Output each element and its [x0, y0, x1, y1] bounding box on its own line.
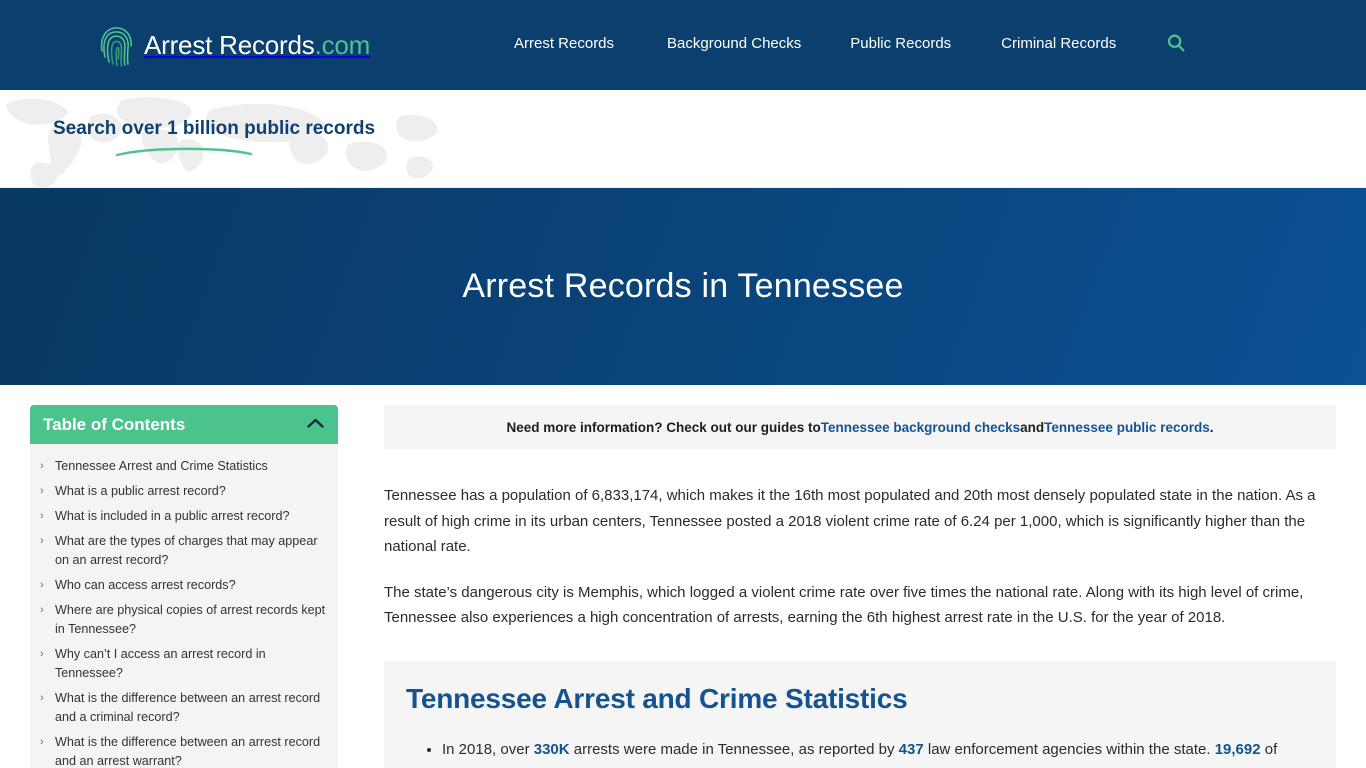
search-strip: Search over 1 billion public records Sel…: [0, 90, 1366, 188]
guides-notice-banner: Need more information? Check out our gui…: [384, 405, 1336, 449]
toc-item-5[interactable]: › Where are physical copies of arrest rec…: [40, 598, 326, 642]
nav-item-public-records[interactable]: Public Records: [850, 35, 951, 52]
chevron-right-icon: ›: [40, 692, 44, 704]
toc-item-label: What is included in a public arrest reco…: [55, 509, 290, 523]
table-of-contents: Table of Contents › Tennessee Arrest and …: [30, 405, 338, 768]
toc-title: Table of Contents: [43, 414, 186, 434]
chevron-right-icon: ›: [40, 510, 44, 522]
page-title: Arrest Records in Tennessee: [462, 267, 904, 305]
site-header: Arrest Records.com Arrest Records Backgr…: [0, 0, 1366, 90]
logo-suffix: .com: [314, 29, 371, 60]
stat-value-arrests: 330K: [533, 740, 570, 758]
toc-item-8[interactable]: › What is the difference between an arres…: [40, 730, 326, 768]
fingerprint-icon: [96, 21, 138, 69]
stat-value-agencies: 437: [898, 740, 924, 758]
toc-header[interactable]: Table of Contents: [30, 405, 338, 444]
list-item: In 2018, over 330K arrests were made in …: [442, 737, 1314, 762]
statistics-heading: Tennessee Arrest and Crime Statistics: [406, 682, 908, 714]
primary-navigation: Arrest Records Background Checks Public …: [514, 33, 1186, 53]
notice-tail-text: .: [1209, 419, 1214, 435]
stat-text-4: of: [1260, 740, 1278, 758]
toc-item-0[interactable]: › Tennessee Arrest and Crime Statistics: [40, 454, 326, 479]
toc-item-label: Tennessee Arrest and Crime Statistics: [55, 459, 268, 473]
page-content: Table of Contents › Tennessee Arrest and …: [0, 385, 1366, 768]
statistics-list: In 2018, over 330K arrests were made in …: [406, 737, 1314, 762]
chevron-right-icon: ›: [40, 579, 44, 591]
toc-item-2[interactable]: › What is included in a public arrest rec…: [40, 504, 326, 529]
nav-item-criminal-records[interactable]: Criminal Records: [1001, 35, 1116, 52]
chevron-right-icon: ›: [40, 535, 44, 547]
toc-item-4[interactable]: › Who can access arrest records?: [40, 573, 326, 598]
toc-item-label: What are the types of charges that may a…: [55, 534, 318, 567]
site-logo[interactable]: Arrest Records.com: [96, 21, 370, 69]
intro-paragraph-1: Tennessee has a population of 6,833,174,…: [384, 487, 1316, 555]
toc-item-label: What is the difference between an arrest…: [55, 735, 321, 768]
tagline-block: Search over 1 billion public records: [53, 118, 453, 157]
toc-item-label: Where are physical copies of arrest reco…: [55, 603, 326, 636]
toc-item-6[interactable]: › Why can’t I access an arrest record in …: [40, 642, 326, 686]
chevron-right-icon: ›: [40, 736, 44, 748]
link-public-records[interactable]: Tennessee public records: [1044, 420, 1210, 435]
stat-text-1: In 2018, over: [442, 740, 534, 758]
chevron-right-icon: ›: [40, 460, 44, 472]
sidebar: Table of Contents › Tennessee Arrest and …: [30, 405, 338, 768]
nav-item-arrest-records[interactable]: Arrest Records: [514, 35, 614, 52]
link-background-checks[interactable]: Tennessee background checks: [821, 420, 1020, 435]
stat-value-subset: 19,692: [1214, 740, 1261, 758]
main-column: Need more information? Check out our gui…: [384, 405, 1336, 768]
toc-item-1[interactable]: › What is a public arrest record?: [40, 479, 326, 504]
chevron-right-icon: ›: [40, 648, 44, 660]
stat-text-3: law enforcement agencies within the stat…: [923, 740, 1215, 758]
logo-text: Arrest Records.com: [144, 30, 370, 61]
notice-mid-text: and: [1020, 419, 1045, 435]
toc-item-label: What is a public arrest record?: [55, 484, 226, 498]
toc-list: › Tennessee Arrest and Crime Statistics › W…: [30, 444, 338, 768]
chevron-right-icon: ›: [40, 485, 44, 497]
tagline-underline-decoration: [115, 147, 253, 157]
toc-item-7[interactable]: › What is the difference between an arres…: [40, 686, 326, 730]
chevron-right-icon: ›: [40, 604, 44, 616]
toc-item-3[interactable]: › What are the types of charges that may …: [40, 529, 326, 573]
nav-item-background-checks[interactable]: Background Checks: [667, 35, 801, 52]
stat-text-2: arrests were made in Tennessee, as repor…: [569, 740, 899, 758]
notice-lead-text: Need more information? Check out our gui…: [506, 419, 821, 435]
tagline-text: Search over 1 billion public records: [53, 118, 376, 139]
intro-paragraph-2: The state’s dangerous city is Memphis, w…: [384, 583, 1304, 627]
chevron-up-icon[interactable]: [307, 416, 324, 434]
page-hero: Arrest Records in Tennessee: [0, 188, 1366, 385]
toc-item-label: What is the difference between an arrest…: [55, 691, 321, 724]
toc-item-label: Who can access arrest records?: [55, 578, 236, 592]
logo-name: Arrest Records: [144, 29, 315, 60]
toc-item-label: Why can’t I access an arrest record in T…: [55, 647, 266, 680]
statistics-section: Tennessee Arrest and Crime Statistics In…: [384, 660, 1336, 768]
search-icon[interactable]: [1166, 33, 1186, 53]
